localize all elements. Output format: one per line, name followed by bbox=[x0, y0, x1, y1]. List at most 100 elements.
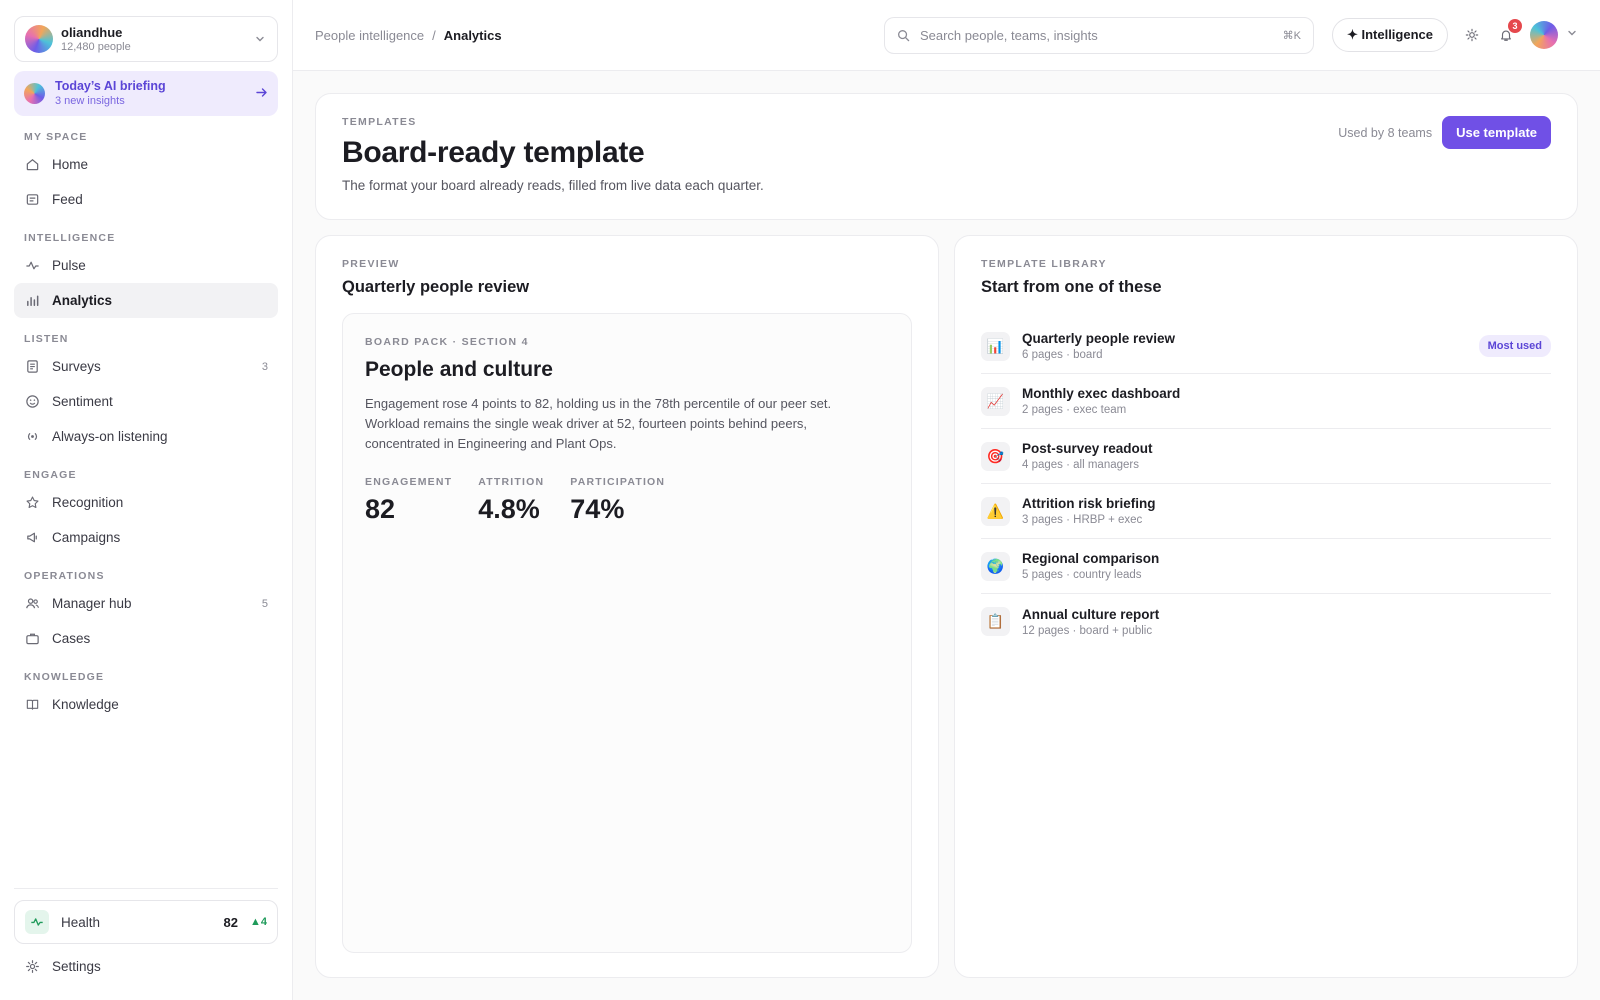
section-label-intelligence: INTELLIGENCE bbox=[24, 232, 116, 244]
sidebar-item-label: Always-on listening bbox=[52, 429, 168, 444]
template-item-annual-culture-report[interactable]: 📋 Annual culture report 12 pages · board… bbox=[981, 594, 1551, 649]
sidebar-item-surveys[interactable]: Surveys 3 bbox=[14, 349, 278, 384]
sidebar-item-analytics[interactable]: Analytics bbox=[14, 283, 278, 318]
sun-icon[interactable] bbox=[1462, 25, 1482, 45]
sidebar-item-label: Settings bbox=[52, 959, 101, 974]
org-switcher[interactable]: oliandhue 12,480 people bbox=[14, 16, 278, 62]
section-label-engage: ENGAGE bbox=[24, 469, 77, 481]
preview-card: PREVIEW Quarterly people review BOARD PA… bbox=[315, 235, 939, 978]
globe-icon: 🌍 bbox=[981, 551, 1010, 581]
sidebar-item-recognition[interactable]: Recognition bbox=[14, 485, 278, 520]
sidebar-item-feed[interactable]: Feed bbox=[14, 182, 278, 217]
sidebar-item-label: Home bbox=[52, 157, 89, 172]
sidebar-item-manager-hub[interactable]: Manager hub 5 bbox=[14, 586, 278, 621]
section-label-my-space: MY SPACE bbox=[24, 131, 88, 143]
section-label-knowledge: KNOWLEDGE bbox=[24, 671, 105, 683]
library-title: Start from one of these bbox=[981, 278, 1162, 296]
metric-value: 82 bbox=[365, 494, 396, 524]
ai-orb-icon bbox=[24, 83, 45, 104]
metric-attrition: ATTRITION 4.8% bbox=[478, 476, 544, 525]
breadcrumb-current: Analytics bbox=[443, 27, 502, 43]
sidebar-item-campaigns[interactable]: Campaigns bbox=[14, 520, 278, 555]
metric-participation: PARTICIPATION 74% bbox=[570, 476, 665, 525]
sidebar-item-always-on-listening[interactable]: Always-on listening bbox=[14, 419, 278, 454]
metric-label: ATTRITION bbox=[478, 476, 545, 488]
survey-icon bbox=[24, 359, 40, 375]
book-icon bbox=[24, 697, 40, 713]
metric-value: 74% bbox=[570, 494, 625, 524]
metrics-row: ENGAGEMENT 82 ATTRITION 4.8% PARTICIPATI… bbox=[365, 476, 889, 525]
health-score: 82 bbox=[223, 914, 238, 930]
broadcast-icon bbox=[24, 429, 40, 445]
user-avatar[interactable] bbox=[1530, 21, 1558, 49]
sidebar-item-knowledge[interactable]: Knowledge bbox=[14, 687, 278, 722]
users-icon bbox=[24, 596, 40, 612]
search-input[interactable] bbox=[919, 27, 1273, 43]
metric-label: ENGAGEMENT bbox=[365, 476, 453, 488]
pulse-icon bbox=[24, 258, 40, 274]
preview-eyebrow: PREVIEW bbox=[342, 258, 400, 270]
template-item-regional-comparison[interactable]: 🌍 Regional comparison 5 pages · country … bbox=[981, 539, 1551, 594]
sidebar-item-label: Sentiment bbox=[52, 394, 113, 409]
most-used-badge: Most used bbox=[1478, 335, 1551, 357]
preview-title: Quarterly people review bbox=[342, 278, 530, 296]
sidebar-item-home[interactable]: Home bbox=[14, 147, 278, 182]
page-content: TEMPLATES Board-ready template The forma… bbox=[293, 71, 1600, 978]
org-avatar bbox=[25, 25, 53, 53]
template-meta: 3 pages · HRBP + exec bbox=[1022, 514, 1143, 526]
sidebar-item-label: Feed bbox=[52, 192, 83, 207]
search-icon bbox=[897, 29, 910, 42]
sidebar-item-label: Campaigns bbox=[52, 530, 121, 545]
sidebar-item-pulse[interactable]: Pulse bbox=[14, 248, 278, 283]
template-name: Annual culture report bbox=[1022, 606, 1160, 622]
template-meta: 2 pages · exec team bbox=[1022, 404, 1127, 416]
chevron-down-icon[interactable] bbox=[1566, 26, 1578, 44]
used-by-text: Used by 8 teams bbox=[1338, 125, 1433, 140]
home-icon bbox=[24, 157, 40, 173]
use-template-button[interactable]: Use template bbox=[1442, 116, 1551, 149]
arrow-right-icon bbox=[255, 86, 268, 102]
health-delta: ▲4 bbox=[249, 916, 267, 928]
search-shortcut: ⌘K bbox=[1282, 29, 1301, 42]
template-meta: 6 pages · board bbox=[1022, 349, 1103, 361]
health-label: Health bbox=[61, 914, 101, 930]
trend-chart-icon: 📈 bbox=[981, 386, 1010, 416]
count-badge: 5 bbox=[261, 597, 268, 610]
sidebar-item-settings[interactable]: Settings bbox=[14, 949, 278, 984]
org-name: oliandhue bbox=[61, 24, 123, 40]
sidebar-item-label: Pulse bbox=[52, 258, 86, 273]
template-item-post-survey-readout[interactable]: 🎯 Post-survey readout 4 pages · all mana… bbox=[981, 429, 1551, 484]
gear-icon bbox=[24, 959, 40, 975]
health-widget[interactable]: Health 82 ▲4 bbox=[14, 900, 278, 944]
template-item-quarterly-people-review[interactable]: 📊 Quarterly people review 6 pages · boar… bbox=[981, 319, 1551, 374]
clipboard-icon: 📋 bbox=[981, 607, 1010, 636]
main-area: People intelligence / Analytics ⌘K ✦ Int… bbox=[293, 0, 1600, 1000]
template-name: Regional comparison bbox=[1022, 551, 1160, 566]
section-label-listen: LISTEN bbox=[24, 333, 69, 345]
sidebar-item-label: Recognition bbox=[52, 495, 124, 510]
pulse-icon bbox=[25, 910, 49, 934]
template-meta: 5 pages · country leads bbox=[1022, 569, 1142, 581]
template-hero-card: TEMPLATES Board-ready template The forma… bbox=[315, 93, 1578, 220]
sidebar-item-label: Knowledge bbox=[52, 697, 119, 712]
library-eyebrow: TEMPLATE LIBRARY bbox=[981, 258, 1107, 270]
briefing-subtitle: 3 new insights bbox=[55, 95, 125, 107]
template-name: Monthly exec dashboard bbox=[1022, 386, 1181, 401]
bell-icon[interactable]: 3 bbox=[1496, 19, 1522, 45]
breadcrumb-parent[interactable]: People intelligence bbox=[315, 28, 424, 43]
section-label-operations: OPERATIONS bbox=[24, 570, 105, 582]
sidebar-item-sentiment[interactable]: Sentiment bbox=[14, 384, 278, 419]
topbar: People intelligence / Analytics ⌘K ✦ Int… bbox=[293, 0, 1600, 71]
ai-briefing-card[interactable]: Today’s AI briefing 3 new insights bbox=[14, 71, 278, 116]
metric-label: PARTICIPATION bbox=[570, 476, 666, 488]
template-name: Post-survey readout bbox=[1022, 441, 1153, 456]
megaphone-icon bbox=[24, 530, 40, 546]
template-item-attrition-risk-briefing[interactable]: ⚠️ Attrition risk briefing 3 pages · HRB… bbox=[981, 484, 1551, 539]
template-item-monthly-exec-dashboard[interactable]: 📈 Monthly exec dashboard 2 pages · exec … bbox=[981, 374, 1551, 429]
sidebar-item-cases[interactable]: Cases bbox=[14, 621, 278, 656]
chevron-down-icon bbox=[253, 32, 267, 46]
feed-icon bbox=[24, 192, 40, 208]
smile-icon bbox=[24, 394, 40, 410]
intelligence-button[interactable]: ✦ Intelligence bbox=[1331, 18, 1448, 52]
hero-description: The format your board already reads, fil… bbox=[342, 178, 764, 193]
